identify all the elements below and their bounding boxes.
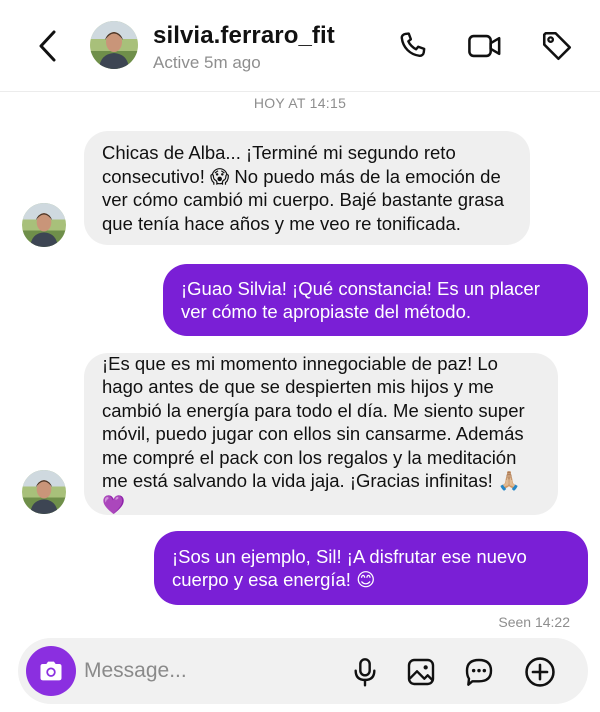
back-arrow-icon <box>39 30 56 62</box>
tag-icon <box>542 31 572 61</box>
gallery-button[interactable] <box>402 653 440 691</box>
chat-header: silvia.ferraro_fit Active 5m ago <box>0 0 600 92</box>
camera-icon <box>40 661 62 681</box>
message-bubble-incoming[interactable]: Chicas de Alba... ¡Terminé mi segundo re… <box>84 131 530 245</box>
sticker-icon <box>465 658 493 686</box>
microphone-icon <box>354 658 376 687</box>
voice-message-button[interactable] <box>346 653 384 691</box>
conversation-timestamp: HOY AT 14:15 <box>253 95 347 111</box>
back-button[interactable] <box>28 26 68 66</box>
phone-icon <box>400 32 426 58</box>
sender-avatar[interactable] <box>22 470 66 514</box>
message-text: Chicas de Alba... ¡Terminé mi segundo re… <box>102 142 505 234</box>
active-status: Active 5m ago <box>153 53 261 72</box>
label-button[interactable] <box>538 27 576 65</box>
message-text: ¡Sos un ejemplo, Sil! ¡A disfrutar ese n… <box>172 545 527 591</box>
message-input[interactable] <box>84 654 334 688</box>
video-call-button[interactable] <box>466 27 504 65</box>
message-bubble-incoming[interactable]: ¡Es que es mi momento innegociable de pa… <box>84 353 558 515</box>
message-text: ¡Es que es mi momento innegociable de pa… <box>102 352 525 515</box>
voice-call-button[interactable] <box>394 27 432 65</box>
camera-button[interactable] <box>26 646 76 696</box>
sender-avatar[interactable] <box>22 203 66 247</box>
message-bubble-outgoing[interactable]: ¡Sos un ejemplo, Sil! ¡A disfrutar ese n… <box>154 531 588 605</box>
add-icon <box>525 657 555 687</box>
message-bubble-outgoing[interactable]: ¡Guao Silvia! ¡Qué constancia! Es un pla… <box>163 264 588 336</box>
profile-avatar[interactable] <box>90 21 138 69</box>
sticker-button[interactable] <box>460 653 498 691</box>
message-text: ¡Guao Silvia! ¡Qué constancia! Es un pla… <box>181 277 540 323</box>
add-button[interactable] <box>521 653 559 691</box>
username[interactable]: silvia.ferraro_fit <box>153 22 335 50</box>
seen-receipt: Seen 14:22 <box>498 614 570 630</box>
message-composer <box>18 638 588 704</box>
gallery-icon <box>407 658 435 686</box>
video-camera-icon <box>468 34 501 58</box>
